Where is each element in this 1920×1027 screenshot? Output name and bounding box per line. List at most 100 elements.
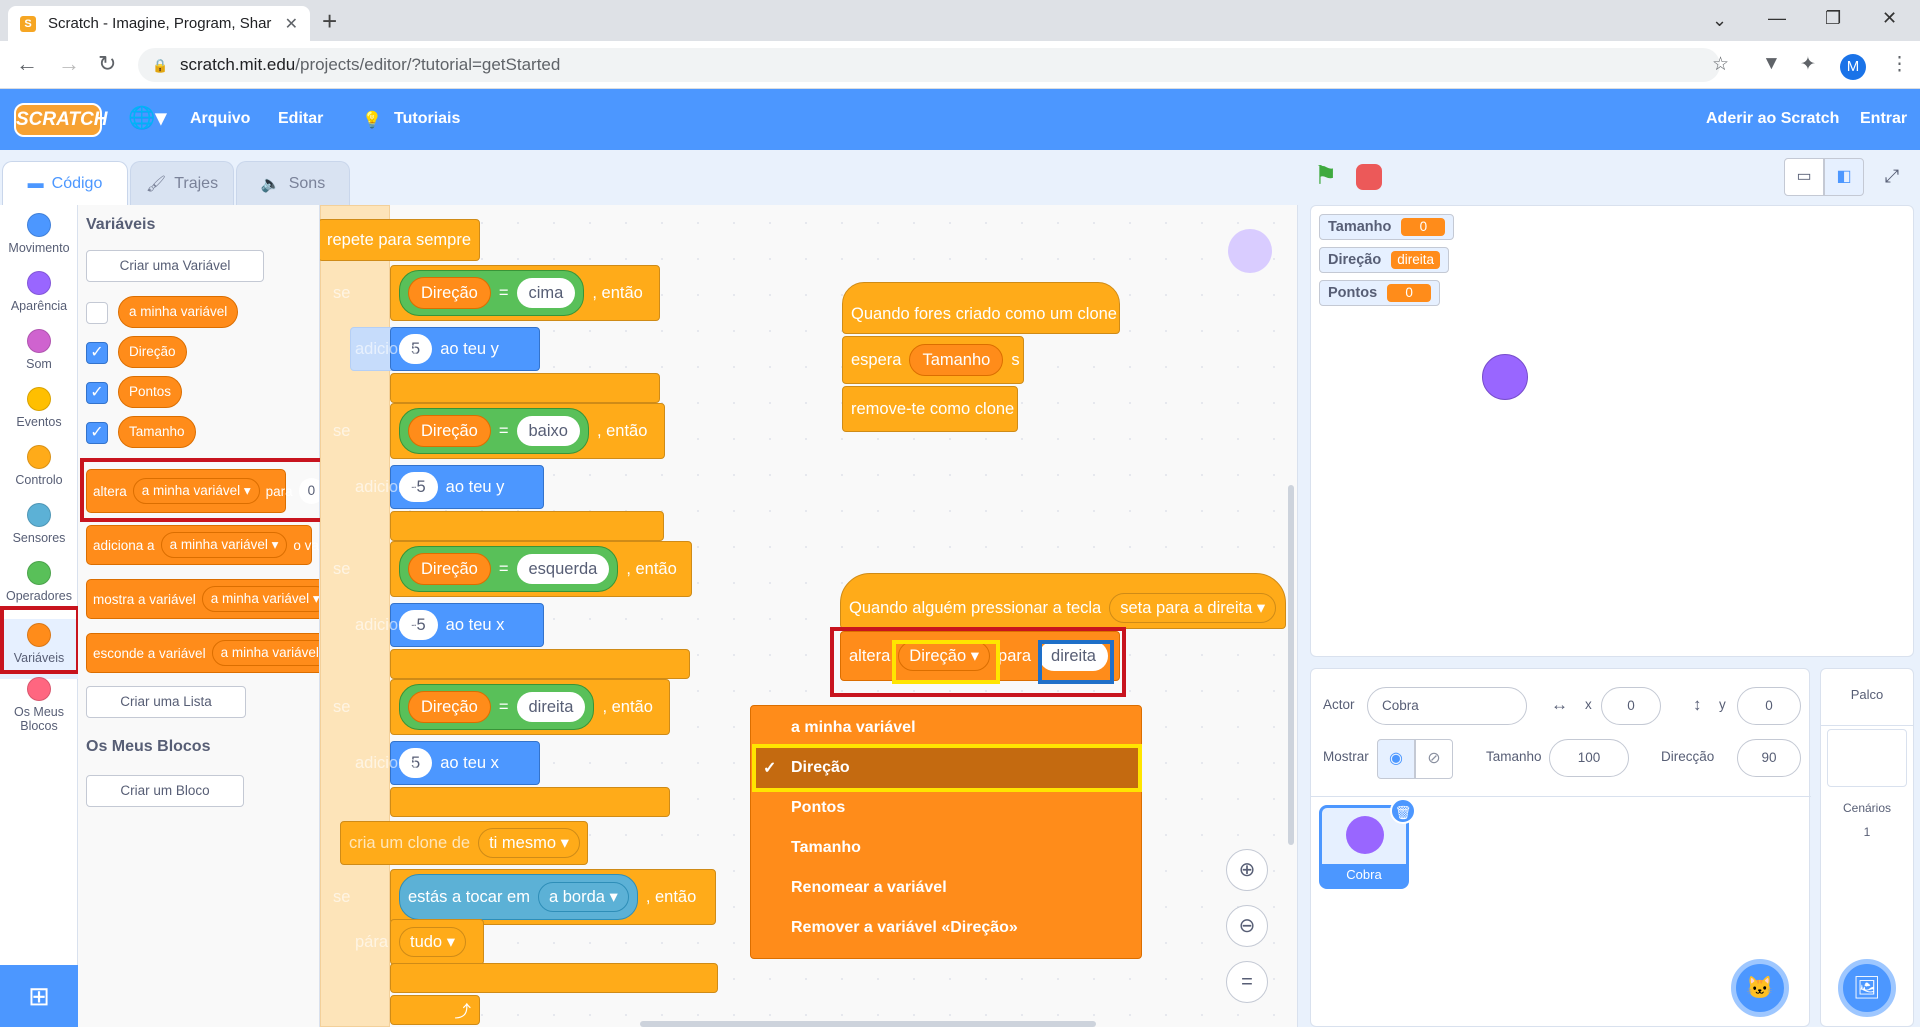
sign-in-link[interactable]: Entrar: [1860, 110, 1907, 128]
when-clone-hat-block[interactable]: Quando fores criado como um clone: [842, 282, 1120, 334]
make-variable-button[interactable]: Criar uma Variável: [86, 250, 264, 282]
category-events[interactable]: Eventos: [0, 387, 78, 429]
small-stage-button[interactable]: ▭: [1784, 158, 1824, 196]
scratch-logo[interactable]: SCRATCH: [14, 103, 107, 137]
variable-monitor[interactable]: Pontos 0: [1319, 280, 1441, 306]
if-touching-block[interactable]: se estás a tocar em a borda , então: [333, 869, 716, 925]
tutorials-menu[interactable]: Tutoriais: [394, 110, 460, 128]
show-sprite-eye-icon[interactable]: ◉: [1377, 739, 1415, 779]
variable-reporter[interactable]: a minha variável: [118, 296, 239, 328]
make-list-button[interactable]: Criar uma Lista: [86, 686, 246, 718]
minimize-icon[interactable]: —: [1768, 8, 1786, 29]
delete-sprite-icon[interactable]: 🗑: [1390, 798, 1416, 824]
back-icon[interactable]: ←: [16, 51, 38, 77]
tab-sounds[interactable]: 🔈 Sons: [236, 161, 350, 205]
equals-operator[interactable]: Direção = esquerda: [399, 546, 619, 592]
tab-search-icon[interactable]: ⌄: [1712, 10, 1727, 31]
category-control[interactable]: Controlo: [0, 445, 78, 487]
puzzle-icon[interactable]: ✦: [1800, 53, 1816, 76]
variable-monitor[interactable]: Direção direita: [1319, 247, 1449, 273]
variable-checkbox[interactable]: [86, 302, 108, 324]
backdrop-thumbnail[interactable]: [1827, 729, 1907, 787]
equals-operator[interactable]: Direção = cima: [399, 270, 585, 316]
equals-operator[interactable]: Direção = direita: [399, 684, 595, 730]
extension-icon[interactable]: ▼: [1762, 53, 1781, 75]
address-bar[interactable]: 🔒 scratch.mit.edu/projects/editor/?tutor…: [138, 48, 1720, 82]
direction-reporter[interactable]: Direção: [408, 553, 491, 585]
y-input[interactable]: 0: [1737, 687, 1801, 725]
zoom-out-button[interactable]: ⊖: [1226, 905, 1268, 947]
stop-option-dropdown[interactable]: tudo: [399, 927, 466, 957]
vertical-scrollbar[interactable]: [1288, 485, 1294, 845]
hide-sprite-eye-icon[interactable]: ⊘: [1415, 739, 1453, 779]
value-input[interactable]: cima: [516, 278, 576, 308]
category-operators[interactable]: Operadores: [0, 561, 78, 603]
variable-checkbox[interactable]: ✓: [86, 342, 108, 364]
change-x-block[interactable]: adiciona -5 ao teu x: [355, 603, 544, 647]
when-key-pressed-hat-block[interactable]: Quando alguém pressionar a tecla seta pa…: [840, 573, 1286, 629]
make-block-button[interactable]: Criar um Bloco: [86, 775, 244, 807]
wait-block[interactable]: espera Tamanho s: [842, 336, 1024, 384]
new-tab-icon[interactable]: +: [322, 8, 337, 34]
if-block[interactable]: se Direção = esquerda , então: [333, 541, 692, 597]
variable-reporter[interactable]: Pontos: [118, 376, 183, 408]
normal-stage-button[interactable]: ◧: [1824, 158, 1864, 196]
category-my-blocks[interactable]: Os Meus Blocos: [0, 677, 78, 733]
show-variable-block[interactable]: mostra a variável a minha variável: [86, 579, 319, 619]
clone-target-dropdown[interactable]: ti mesmo: [478, 828, 580, 858]
dropdown-item-delete[interactable]: Remover a variável «Direção»: [791, 908, 1018, 948]
variable-reporter[interactable]: Tamanho: [118, 416, 196, 448]
variable-checkbox[interactable]: ✓: [86, 422, 108, 444]
horizontal-scrollbar[interactable]: [640, 1021, 1096, 1027]
tab-code[interactable]: ▬ Código: [2, 161, 128, 205]
size-input[interactable]: 100: [1549, 739, 1629, 777]
variable-checkbox[interactable]: ✓: [86, 382, 108, 404]
touching-sensor[interactable]: estás a tocar em a borda: [399, 874, 638, 920]
if-block[interactable]: se Direção = cima , então: [333, 265, 660, 321]
stage[interactable]: Tamanho 0 Direção direita Pontos 0: [1310, 205, 1914, 657]
x-input[interactable]: 0: [1601, 687, 1661, 725]
direction-input[interactable]: 90: [1737, 739, 1801, 777]
zoom-in-button[interactable]: ⊕: [1226, 849, 1268, 891]
stop-sign-icon[interactable]: [1356, 164, 1382, 190]
variable-dropdown[interactable]: a minha variável: [201, 586, 319, 612]
touching-target-dropdown[interactable]: a borda: [537, 882, 629, 912]
delete-clone-block[interactable]: remove-te como clone: [842, 386, 1018, 432]
equals-operator[interactable]: Direção = baixo: [399, 408, 589, 454]
value-input[interactable]: direita: [516, 692, 586, 722]
value-input[interactable]: esquerda: [516, 554, 610, 584]
dropdown-item-rename[interactable]: Renomear a variável: [791, 868, 947, 908]
reload-icon[interactable]: ↻: [98, 51, 116, 77]
key-dropdown[interactable]: seta para a direita: [1109, 593, 1277, 623]
close-window-icon[interactable]: ✕: [1882, 8, 1897, 29]
edit-menu[interactable]: Editar: [278, 110, 323, 128]
forward-icon[interactable]: →: [58, 51, 80, 77]
create-clone-block[interactable]: cria um clone de ti mesmo: [340, 821, 588, 865]
browser-tab[interactable]: S Scratch - Imagine, Program, Shar ✕: [8, 6, 310, 41]
stop-block[interactable]: pára tudo: [355, 919, 484, 965]
green-flag-icon[interactable]: ⚑: [1314, 160, 1337, 191]
add-backdrop-button[interactable]: 🖼: [1838, 959, 1896, 1017]
change-variable-block[interactable]: adiciona a a minha variável o valor 1: [86, 525, 319, 565]
value-input[interactable]: baixo: [516, 416, 580, 446]
change-y-block[interactable]: adiciona -5 ao teu y: [355, 465, 544, 509]
category-sound[interactable]: Som: [0, 329, 78, 371]
stage-selector[interactable]: Palco Cenários 1 🖼: [1820, 668, 1914, 1027]
variable-monitor[interactable]: Tamanho 0: [1319, 214, 1455, 240]
category-motion[interactable]: Movimento: [0, 213, 78, 255]
direction-reporter[interactable]: Direção: [408, 415, 491, 447]
file-menu[interactable]: Arquivo: [190, 110, 250, 128]
direction-reporter[interactable]: Direção: [408, 691, 491, 723]
restore-icon[interactable]: ❐: [1825, 8, 1841, 29]
variable-dropdown[interactable]: a minha variável: [211, 640, 319, 666]
dropdown-item[interactable]: Pontos: [791, 788, 845, 828]
language-globe-icon[interactable]: 🌐▾: [128, 105, 166, 131]
if-block[interactable]: se Direção = direita , então: [333, 679, 670, 735]
fullscreen-icon[interactable]: ⤢: [1872, 158, 1912, 196]
tab-costumes[interactable]: 🖌 Trajes: [130, 161, 234, 205]
close-tab-icon[interactable]: ✕: [285, 14, 298, 34]
sprite-thumbnail[interactable]: Cobra 🗑: [1319, 798, 1416, 889]
profile-avatar[interactable]: M: [1840, 54, 1866, 80]
if-block[interactable]: se Direção = baixo , então: [333, 403, 665, 459]
dropdown-item[interactable]: a minha variável: [791, 708, 916, 748]
